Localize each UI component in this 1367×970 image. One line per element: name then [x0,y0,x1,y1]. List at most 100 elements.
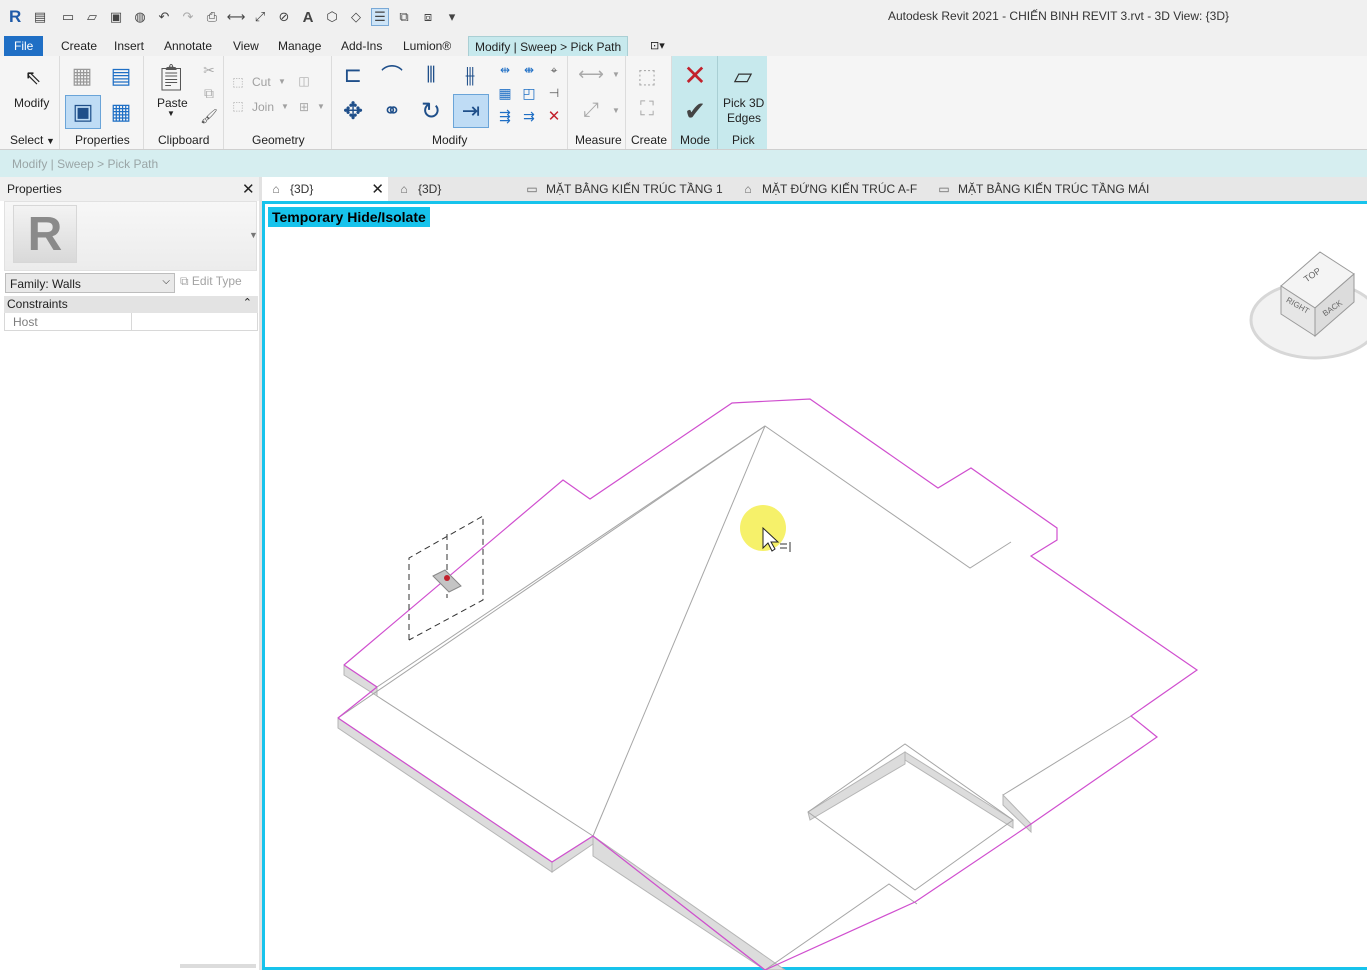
trim-multiple-icon[interactable]: ⇶ [496,107,514,125]
cut-clipboard-icon[interactable]: ✂ [200,61,218,79]
properties-scrollbar[interactable] [180,964,256,968]
redo-icon[interactable]: ↷ [179,8,197,26]
pick-3d-edges-button-line2[interactable]: Edges [727,111,761,125]
type-selector-dropdown-icon[interactable]: ▼ [249,230,258,240]
folder-icon[interactable]: ▱ [83,8,101,26]
split-gap-icon[interactable]: ⇼ [520,61,538,79]
type-selector-icon[interactable]: ▦ [105,96,137,128]
view-tab-3d[interactable]: ⌂ {3D} [390,177,441,201]
print-icon[interactable]: ⎙ [203,8,221,26]
measure-dropdown-icon[interactable]: ▼ [612,70,620,79]
tab-addins[interactable]: Add-Ins [335,36,388,56]
tab-create[interactable]: Create [55,36,103,56]
tab-file[interactable]: File [4,36,44,56]
offset-icon[interactable]: ⌒ [377,60,407,90]
paste-button[interactable]: Paste [157,96,188,110]
pin-icon[interactable]: ⊣ [545,84,563,102]
tab-manage[interactable]: Manage [272,36,327,56]
create-group-icon[interactable]: ⛶ [632,94,662,124]
move-icon[interactable]: ✥ [338,96,368,126]
create-parts-icon[interactable]: ⬚ [632,61,662,91]
close-hidden-icon[interactable]: ⧉ [395,8,413,26]
save-icon[interactable]: ▣ [107,8,125,26]
paste-icon[interactable]: 📋︎ [155,59,188,95]
trim-extend-icon[interactable]: ⇥ [453,94,489,128]
view-tab-elevation[interactable]: ⌂ MẶT ĐỨNG KIẾN TRÚC A-F [734,177,917,201]
tab-insert[interactable]: Insert [108,36,150,56]
measure-between-icon[interactable]: ⟷ [575,64,607,84]
family-filter-dropdown[interactable]: Family: Walls ⌵ [5,273,175,293]
view-tab-roof-plan[interactable]: ▭ MẶT BẰNG KIẾN TRÚC TẦNG MÁI [930,177,1149,201]
match-properties-icon[interactable]: 🖌︎ [200,107,218,125]
tab-annotate[interactable]: Annotate [158,36,218,56]
copy-icon[interactable]: ⧉ [200,84,218,102]
view-tab-floor-plan-1[interactable]: ▭ MẶT BẰNG KIẾN TRÚC TẦNG 1 [518,177,722,201]
tab-modify-sweep-pick-path[interactable]: Modify | Sweep > Pick Path [468,36,629,56]
customize-icon[interactable]: ▾ [443,8,461,26]
viewcube[interactable]: TOP RIGHT BACK [1249,251,1367,360]
pick-3d-edges-icon[interactable]: ⏥ [726,60,760,92]
sweep-origin-point[interactable] [444,575,450,581]
split-dropdown-icon[interactable]: ▼ [317,102,325,111]
properties-toggle-icon[interactable]: ▣ [65,95,101,129]
finish-mode-icon[interactable]: ✔ [680,96,710,126]
property-row-host[interactable]: Host [4,313,258,331]
tab-lumion[interactable]: Lumion® [397,36,457,56]
split-element-icon[interactable]: ⇹ [496,61,514,79]
family-types-icon[interactable]: ▤ [105,60,137,92]
scale-icon[interactable]: ◰ [520,84,538,102]
tag-icon[interactable]: ⊘ [275,8,293,26]
section-icon[interactable]: ◇ [347,8,365,26]
switch-windows-icon[interactable]: ⧈ [419,8,437,26]
new-icon[interactable]: ▭ [59,8,77,26]
collapse-icon[interactable]: ⌃ [243,296,252,309]
measure-icon[interactable]: ⟷ [227,8,246,26]
cut-dropdown-icon[interactable]: ▼ [278,77,286,86]
text-icon[interactable]: A [299,8,317,26]
cut-button[interactable]: Cut [252,75,271,89]
close-tab-icon[interactable]: ✕ [371,180,384,198]
drawing-area[interactable]: Temporary Hide/Isolate TOP RIGHT BACK [262,201,1367,970]
split-face-icon[interactable]: ⊞ [295,98,313,116]
wall-joins-icon[interactable]: ◫ [295,72,313,90]
delete-icon[interactable]: ✕ [545,107,563,125]
tab-view[interactable]: View [227,36,265,56]
edit-type-button[interactable]: ⧉ Edit Type [180,274,242,289]
paste-dropdown-icon[interactable]: ▼ [167,109,175,118]
copy-element-icon[interactable]: ⚭ [377,96,407,126]
sync-icon[interactable]: ◍ [131,8,149,26]
panel-toggle-icon[interactable]: ⊡▾ [644,36,671,56]
join-dropdown-icon[interactable]: ▼ [281,102,289,111]
pick-3d-edges-button[interactable]: Pick 3D [723,96,764,110]
properties-title: Properties [7,182,62,196]
join-geometry-icon[interactable]: ⬚ [230,98,246,114]
mirror-draw-axis-icon[interactable]: ⫵ [455,60,485,90]
open-icon[interactable]: ▤ [31,8,49,26]
dimension-icon[interactable]: ⤢ [251,8,269,26]
align-icon[interactable]: ⊏ [338,60,368,90]
cancel-mode-icon[interactable]: ✕ [680,60,710,91]
undo-icon[interactable]: ↶ [155,8,173,26]
aligned-dimension-icon[interactable]: ⤢ [575,96,607,124]
mirror-pick-axis-icon[interactable]: ⫴ [416,60,446,90]
modify-cursor-icon[interactable]: ⇖ [20,64,46,90]
3d-view-icon[interactable]: ⬡ [323,8,341,26]
revit-logo-icon[interactable]: R [9,8,25,26]
dimension-dropdown-icon[interactable]: ▼ [612,106,620,115]
rotate-icon[interactable]: ↻ [416,96,446,126]
cut-geometry-icon[interactable]: ⬚ [230,74,246,90]
type-properties-icon[interactable]: ▦ [66,60,98,92]
select-dropdown-icon[interactable]: ▼ [46,136,55,146]
join-button[interactable]: Join [252,100,274,114]
constraints-group-header[interactable]: Constraints ⌃ [4,296,258,313]
array-icon[interactable]: ▦ [496,84,514,102]
modify-button[interactable]: Modify [14,96,49,110]
unpin-icon[interactable]: ⌖ [545,61,563,79]
select-group-label[interactable]: Select [10,133,43,147]
3d-model-view[interactable]: TOP RIGHT BACK [265,204,1367,970]
trim-single-icon[interactable]: ⇉ [520,107,538,125]
properties-close-icon[interactable]: ✕ [242,180,255,198]
type-selector[interactable]: R ▼ [4,201,258,271]
thin-lines-icon[interactable]: ☰ [371,8,389,26]
view-tab-3d-active[interactable]: ⌂ {3D} ✕ [262,177,388,201]
